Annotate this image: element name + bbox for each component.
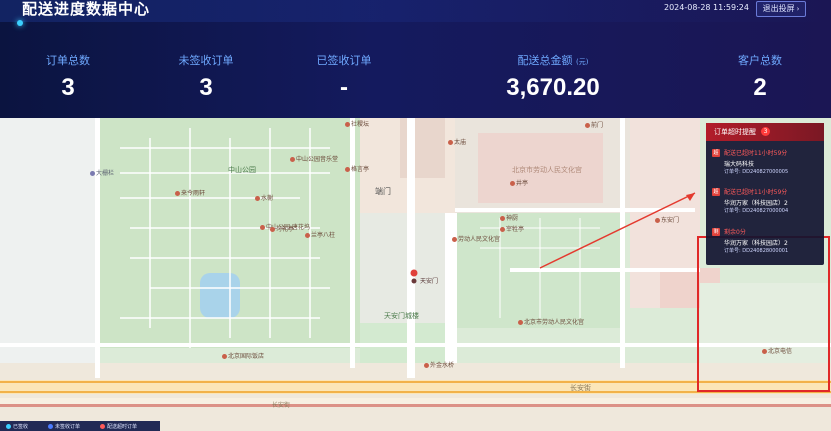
map-poi: 北京市劳动人民文化宫 <box>518 317 584 326</box>
map-label-square: 天安门城楼 <box>384 312 419 320</box>
stat-total-customers: 客户总数 2 <box>730 52 790 102</box>
map-poi: 太庙 <box>448 137 466 146</box>
alert-panel-header: 订单超时提醒 3 <box>706 123 824 141</box>
stat-value: - <box>340 74 348 101</box>
alert-customer: 华润万家（科技园店）2 <box>724 240 788 247</box>
map-pin-icon <box>345 122 350 127</box>
map-pin-icon <box>510 181 515 186</box>
map-pin-icon <box>448 140 453 145</box>
stat-signed-orders: 已签收订单 - <box>311 52 377 102</box>
map-pin-icon <box>255 196 260 201</box>
alert-customer: 华润万家（科技园店）2 <box>724 200 788 207</box>
map-poi: 中山公园音乐堂 <box>290 154 338 163</box>
alert-count-badge: 3 <box>761 127 770 136</box>
map-pin-icon <box>305 233 310 238</box>
map-pin-icon <box>90 171 95 176</box>
overdue-icon: 超 <box>712 149 720 157</box>
page-title: 配送进度数据中心 <box>22 0 151 18</box>
map-pin-icon <box>655 218 660 223</box>
map-pin-icon <box>175 191 180 196</box>
map-label-park: 中山公园 <box>228 166 256 174</box>
alert-status: 配送已超时11小时59分 <box>724 189 788 196</box>
map-poi: 井亭 <box>510 178 528 187</box>
map-poi: 劳动人民文化宫 <box>452 234 500 243</box>
alert-panel-title: 订单超时提醒 <box>714 128 756 136</box>
alert-status: 配送已超时11小时59分 <box>724 150 788 157</box>
stat-label: 客户总数 <box>738 54 782 67</box>
alert-customer: 瑞大码科技 <box>724 161 755 168</box>
stat-value: 3 <box>199 74 213 101</box>
map-poi: 水榭 <box>255 193 273 202</box>
current-datetime: 2024-08-28 11:59:24 <box>664 3 749 12</box>
legend-item-overdue: 配送超时订单 <box>100 423 137 430</box>
alert-order-number: 订单号: DD240828000001 <box>724 248 789 254</box>
stat-label: 未签收订单 <box>178 54 234 67</box>
stat-value: 2 <box>753 74 767 101</box>
map-pin-icon <box>345 167 350 172</box>
map-label-tiananmen: 天安门 <box>420 278 439 285</box>
order-timeout-alert-panel[interactable]: 订单超时提醒 3 超 配送已超时11小时59分 瑞大码科技 订单号: DD240… <box>706 123 824 265</box>
map-road-label: 长安街 <box>272 402 291 409</box>
map-pin-icon <box>290 157 295 162</box>
stat-label: 配送总金额 (元) <box>517 54 589 67</box>
map-poi: 大栅栏 <box>90 168 114 177</box>
remaining-time-icon: 剩 <box>712 228 720 236</box>
exit-cast-label: 退出投屏 <box>762 4 795 13</box>
legend-dot-icon <box>48 424 53 429</box>
map-poi: 神厨 <box>500 213 518 222</box>
dashboard-header: 配送进度数据中心 2024-08-28 11:59:24 退出投屏 › 订单总数 … <box>0 0 831 118</box>
map-poi: 宰牲亭 <box>500 224 524 233</box>
map-pin-icon <box>500 227 505 232</box>
map-poi: 来今雨轩 <box>175 188 205 197</box>
chevron-right-icon: › <box>796 5 800 13</box>
map-poi: 外金水桥 <box>424 360 454 369</box>
overdue-icon: 超 <box>712 188 720 196</box>
map-pin-icon <box>424 363 429 368</box>
alert-status: 剩余0分 <box>724 229 746 236</box>
map-pin-icon <box>222 354 227 359</box>
map-poi: 社稷坛 <box>345 119 369 128</box>
legend-dot-icon <box>100 424 105 429</box>
map-pin-icon <box>270 227 275 232</box>
stat-label: 已签收订单 <box>316 54 372 67</box>
map-poi: 格言亭 <box>345 164 369 173</box>
alert-order-number: 订单号: DD240827000004 <box>724 208 789 214</box>
map-pin-icon <box>500 216 505 221</box>
map-legend: 已签收 未签收订单 配送超时订单 <box>0 421 160 431</box>
title-dot-icon <box>17 20 23 26</box>
map-road-label: 长安街 <box>570 384 591 392</box>
legend-item-signed: 已签收 <box>6 423 28 430</box>
stat-total-orders: 订单总数 3 <box>38 52 98 102</box>
map-poi: 习礼亭 <box>270 224 294 233</box>
map-poi: 北京国际饭店 <box>222 351 264 360</box>
map-label-gate: 端门 <box>375 187 391 196</box>
stat-unsigned-orders: 未签收订单 3 <box>173 52 239 102</box>
alert-order-number: 订单号: DD240827000005 <box>724 169 789 175</box>
map-pin-icon <box>585 123 590 128</box>
stat-label: 订单总数 <box>46 54 90 67</box>
map-pin-icon <box>518 320 523 325</box>
map-pin-icon <box>452 237 457 242</box>
map-pin-icon <box>260 225 265 230</box>
stat-delivery-amount: 配送总金额 (元) 3,670.20 <box>498 52 608 102</box>
map-poi: 东安门 <box>655 215 679 224</box>
legend-item-unsigned: 未签收订单 <box>48 423 80 430</box>
exit-cast-button[interactable]: 退出投屏 › <box>756 1 806 17</box>
stat-value: 3 <box>61 74 75 101</box>
legend-dot-icon <box>6 424 11 429</box>
map-poi: 前门 <box>585 120 603 129</box>
map-label-museum: 北京市劳动人民文化宫 <box>512 166 582 174</box>
map-poi: 兰亭八柱 <box>305 230 335 239</box>
stat-value: 3,670.20 <box>506 74 600 101</box>
